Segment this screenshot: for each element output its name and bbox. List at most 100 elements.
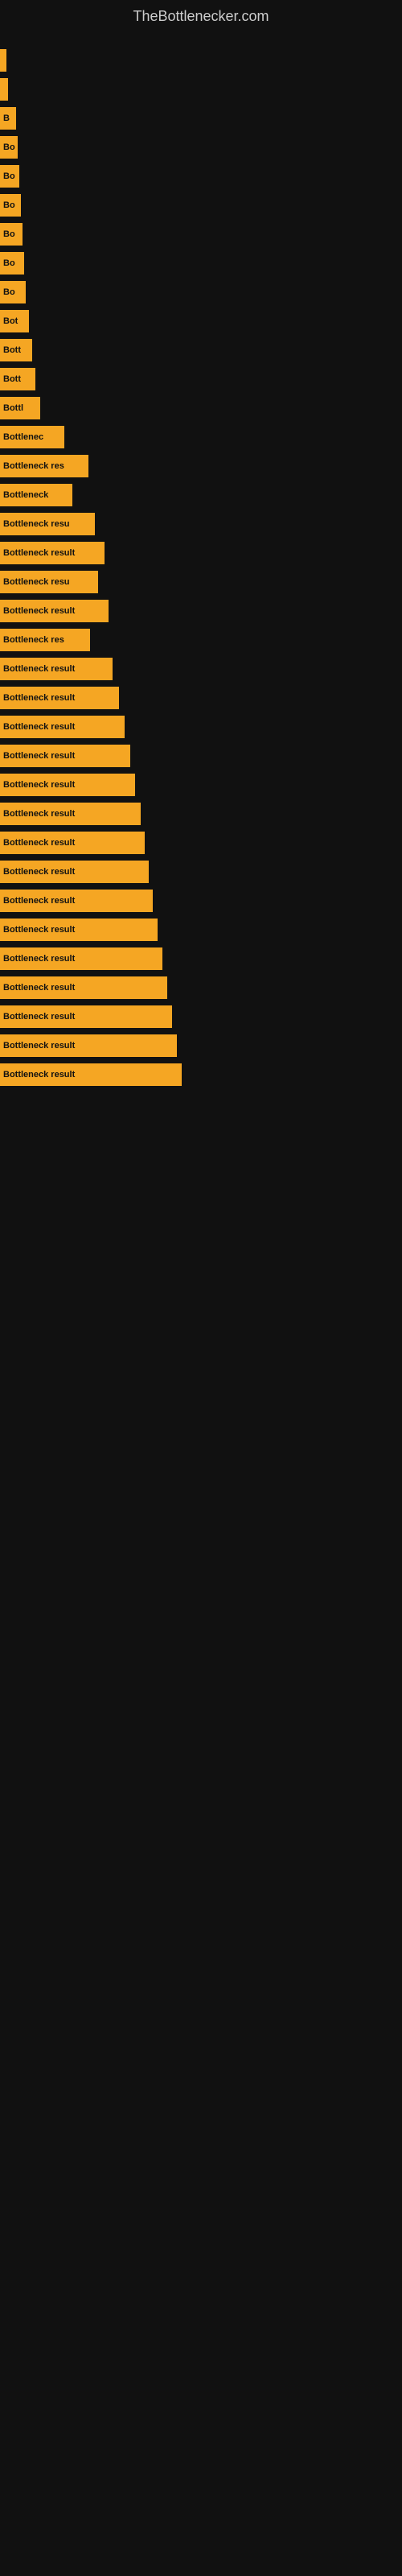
bar-row: Bottleneck resu — [0, 571, 402, 593]
bar-row: Bottleneck result — [0, 745, 402, 767]
bar: Bottleneck result — [0, 745, 130, 767]
bar-row: Bottleneck res — [0, 455, 402, 477]
bar: Bottleneck — [0, 484, 72, 506]
bar-row: Bottleneck result — [0, 803, 402, 825]
bar-label: Bottleneck — [3, 490, 48, 500]
bar: Bottleneck result — [0, 803, 141, 825]
bar-row: Bo — [0, 194, 402, 217]
bar: Bottleneck result — [0, 1063, 182, 1086]
bar-label: Bottleneck result — [3, 1012, 75, 1022]
bar-label: Bottleneck result — [3, 548, 75, 558]
bar-row — [0, 78, 402, 101]
bar-row: Bottleneck result — [0, 832, 402, 854]
bar-label: Bottleneck result — [3, 925, 75, 935]
bar: Bottleneck result — [0, 890, 153, 912]
bar: Bottleneck result — [0, 716, 125, 738]
bar-label: Bottleneck res — [3, 635, 64, 645]
bar: Bottleneck result — [0, 774, 135, 796]
bar-label: Bot — [3, 316, 18, 326]
bar-row: Bottleneck result — [0, 861, 402, 883]
bar-label: Bo — [3, 142, 15, 152]
bar: Bottleneck result — [0, 976, 167, 999]
bar-label: Bott — [3, 374, 21, 384]
bar-label: Bottleneck result — [3, 664, 75, 674]
bar-row: Bottl — [0, 397, 402, 419]
bar: Bottleneck result — [0, 600, 109, 622]
bar-label: Bottleneck result — [3, 780, 75, 790]
bar-row: Bottleneck result — [0, 542, 402, 564]
bar-label: Bott — [3, 345, 21, 355]
bar-label: Bottl — [3, 403, 23, 413]
bar-label: Bottleneck result — [3, 1041, 75, 1051]
bar: Bottleneck result — [0, 687, 119, 709]
bar: Bottleneck resu — [0, 513, 95, 535]
bar-row: Bot — [0, 310, 402, 332]
bar-row: Bottleneck resu — [0, 513, 402, 535]
bar: Bo — [0, 252, 24, 275]
bar-label: Bo — [3, 287, 15, 297]
bar: Bo — [0, 165, 19, 188]
bar: Bo — [0, 136, 18, 159]
bar: Bottleneck res — [0, 455, 88, 477]
bar: Bottl — [0, 397, 40, 419]
bar-row: Bottleneck result — [0, 947, 402, 970]
bar: Bottleneck result — [0, 947, 162, 970]
bar: Bottleneck result — [0, 658, 113, 680]
bar: Bottleneck result — [0, 832, 145, 854]
bar-label: Bottleneck result — [3, 838, 75, 848]
bar: Bottlenec — [0, 426, 64, 448]
bar-row: Bo — [0, 165, 402, 188]
bar-label: Bottleneck resu — [3, 577, 70, 587]
bar-label: Bottleneck result — [3, 867, 75, 877]
bar: Bottleneck result — [0, 542, 105, 564]
bar-label: Bottleneck result — [3, 693, 75, 703]
bar-row: Bott — [0, 339, 402, 361]
bar-row: Bottlenec — [0, 426, 402, 448]
bar: Bo — [0, 281, 26, 303]
bars-container: B Bo Bo Bo Bo Bo Bo Bot Bott Bott Bottl Bottlenec Bo… — [0, 41, 402, 1092]
bar-row — [0, 49, 402, 72]
bar: Bo — [0, 223, 23, 246]
bar-label: Bottleneck result — [3, 1070, 75, 1080]
bar-label: Bottleneck result — [3, 751, 75, 761]
bar: Bot — [0, 310, 29, 332]
bar: Bott — [0, 368, 35, 390]
bar-label: Bottleneck result — [3, 983, 75, 993]
bar: Bottleneck result — [0, 861, 149, 883]
bar-label: Bottleneck result — [3, 606, 75, 616]
bar — [0, 78, 8, 101]
bar-row: Bottleneck result — [0, 1005, 402, 1028]
bar: Bottleneck res — [0, 629, 90, 651]
bar-row: Bottleneck result — [0, 687, 402, 709]
bar: B — [0, 107, 16, 130]
bar-row: Bottleneck result — [0, 1063, 402, 1086]
bar-label: Bottleneck resu — [3, 519, 70, 529]
bar-label: Bo — [3, 171, 15, 181]
bar-row: Bottleneck result — [0, 1034, 402, 1057]
bar: Bott — [0, 339, 32, 361]
bar-row: Bo — [0, 136, 402, 159]
bar-label: Bo — [3, 200, 15, 210]
bar-label: Bo — [3, 229, 15, 239]
bar-label: Bottleneck result — [3, 809, 75, 819]
bar: Bottleneck result — [0, 919, 158, 941]
bar-row: Bottleneck result — [0, 600, 402, 622]
bar-label: Bottleneck result — [3, 954, 75, 964]
bar-row: B — [0, 107, 402, 130]
bar-row: Bottleneck result — [0, 774, 402, 796]
bar-row: Bo — [0, 281, 402, 303]
bar-label: Bottleneck result — [3, 896, 75, 906]
bar-row: Bottleneck — [0, 484, 402, 506]
bar-row: Bo — [0, 223, 402, 246]
bar-row: Bo — [0, 252, 402, 275]
bar: Bo — [0, 194, 21, 217]
bar-label: Bo — [3, 258, 15, 268]
bar-label: Bottleneck result — [3, 722, 75, 732]
bar — [0, 49, 6, 72]
bar: Bottleneck result — [0, 1034, 177, 1057]
bar-row: Bott — [0, 368, 402, 390]
bar-row: Bottleneck result — [0, 919, 402, 941]
bar-row: Bottleneck result — [0, 716, 402, 738]
bar: Bottleneck result — [0, 1005, 172, 1028]
bar-row: Bottleneck res — [0, 629, 402, 651]
